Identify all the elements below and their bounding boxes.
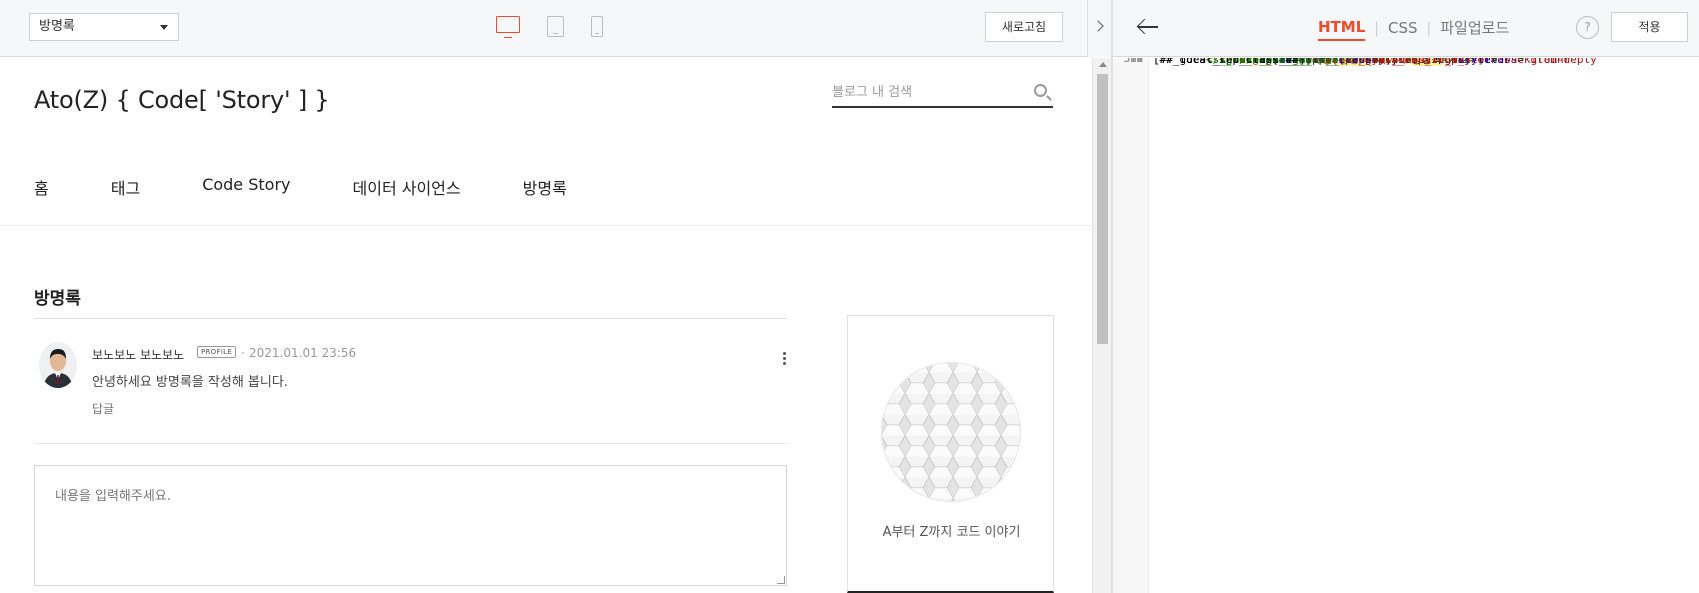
profile-caption: A부터 Z까지 코드 이야기 (882, 525, 1021, 540)
page-select-value: 방명록 (39, 19, 75, 34)
preview-scrollbar[interactable] (1092, 58, 1111, 593)
comment-date: 2021.01.01 23:56 (249, 346, 357, 360)
avatar[interactable] (39, 342, 77, 388)
page-select[interactable]: 방명록 (29, 13, 179, 41)
comment-divider (34, 443, 787, 444)
guestbook-comment: 보노보노 보노보노 PROFILE · 2021.01.01 23:56 안녕하… (34, 332, 787, 430)
tablet-icon[interactable] (547, 16, 564, 37)
nav-item-guestbook[interactable]: 방명록 (523, 175, 567, 199)
profile-image (881, 362, 1021, 502)
tab-separator: | (1374, 21, 1379, 37)
guestbook-divider (34, 318, 787, 319)
tab-file-upload[interactable]: 파일업로드 (1440, 17, 1509, 41)
sidebar-profile: A부터 Z까지 코드 이야기 (847, 315, 1054, 593)
preview-toolbar: 방명록 새로고침 (0, 0, 1111, 57)
guestbook-textarea[interactable] (34, 465, 787, 586)
profile-badge: PROFILE (197, 346, 237, 358)
apply-button[interactable]: 적용 (1611, 12, 1688, 42)
tab-separator: | (1426, 21, 1432, 37)
editor-tabs: HTML | CSS | 파일업로드 (1318, 17, 1509, 41)
nav-item-home[interactable]: 홈 (34, 175, 49, 199)
line-number-gutter (1113, 58, 1149, 593)
avatar-image (39, 342, 77, 388)
blog-title[interactable]: Ato(Z) { Code[ 'Story' ] } (34, 86, 330, 114)
help-icon[interactable]: ? (1576, 16, 1599, 39)
nav-item-tags[interactable]: 태그 (111, 175, 140, 199)
blog-nav: 홈 태그 Code Story 데이터 사이언스 방명록 (34, 175, 629, 199)
blog-preview: Ato(Z) { Code[ 'Story' ] } 홈 태그 Code Sto… (0, 58, 1092, 593)
comment-author[interactable]: 보노보노 보노보노 (92, 346, 184, 363)
code-text: <span class="thumbnail" style="backgroun… (1298, 58, 1577, 66)
editor-panel: HTML | CSS | 파일업로드 ? 적용 504 <div class="… (1113, 0, 1699, 593)
scroll-thumb[interactable] (1097, 74, 1108, 344)
comment-text: 안녕하세요 방명록을 작성해 봅니다. (92, 375, 288, 390)
meta-separator: · (241, 346, 245, 360)
panel-collapse-button[interactable] (1087, 0, 1111, 57)
reply-link[interactable]: 답글 (92, 400, 114, 417)
mobile-icon[interactable] (591, 16, 603, 37)
nav-divider (0, 225, 1092, 226)
chevron-right-icon (1092, 20, 1104, 32)
refresh-button[interactable]: 새로고침 (985, 12, 1063, 42)
guestbook-title: 방명록 (34, 289, 81, 309)
desktop-icon[interactable] (496, 16, 520, 38)
tab-html[interactable]: HTML (1318, 18, 1366, 41)
resize-grip-icon[interactable] (777, 576, 785, 584)
nav-item-data-science[interactable]: 데이터 사이언스 (353, 175, 461, 199)
arrow-left-icon[interactable] (1136, 18, 1159, 35)
more-vertical-icon[interactable] (783, 352, 786, 365)
chevron-down-icon (160, 25, 168, 30)
scroll-up-icon[interactable] (1099, 62, 1107, 67)
line-number: 528 (1124, 58, 1143, 65)
search-icon[interactable] (1034, 84, 1047, 97)
preview-panel: 방명록 새로고침 Ato(Z) { Code[ 'Story' ] } 홈 태그… (0, 0, 1111, 593)
editor-toolbar: HTML | CSS | 파일업로드 ? 적용 (1113, 0, 1699, 57)
code-editor[interactable]: 504 <div class="spot" style="margin-left… (1113, 58, 1699, 593)
nav-item-code-story[interactable]: Code Story (202, 175, 290, 199)
hexagon-pattern-image (881, 362, 1021, 502)
blog-search (832, 78, 1053, 108)
search-input[interactable] (832, 81, 1022, 103)
skin-editor: 방명록 새로고침 Ato(Z) { Code[ 'Story' ] } 홈 태그… (0, 0, 1699, 593)
tab-css[interactable]: CSS (1388, 19, 1418, 40)
